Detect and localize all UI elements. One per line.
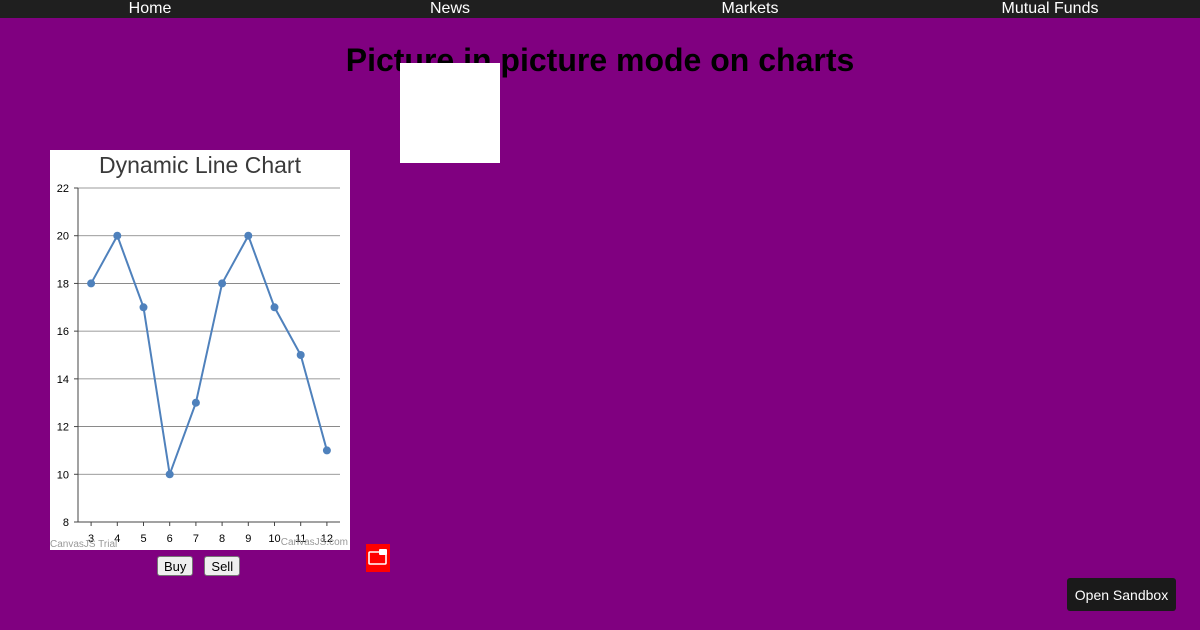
data-point [296, 351, 305, 359]
sell-button[interactable]: Sell [204, 556, 241, 576]
y-tick-label: 16 [57, 326, 69, 338]
pip-placeholder [400, 63, 500, 163]
x-tick-label: 9 [245, 533, 251, 545]
y-tick-label: 8 [63, 517, 69, 529]
top-nav: Home News Markets Mutual Funds [0, 0, 1200, 18]
nav-mutual-funds[interactable]: Mutual Funds [900, 0, 1200, 18]
line-chart: Dynamic Line Chart 8 10 12 14 16 18 20 22 3 4 5 6 7 8… [50, 150, 350, 550]
picture-in-picture-icon[interactable] [366, 544, 390, 572]
buy-button[interactable]: Buy [157, 556, 194, 576]
data-point [165, 470, 174, 479]
x-tick-label: 5 [140, 533, 146, 545]
data-point [191, 398, 200, 407]
y-tick-label: 18 [57, 278, 69, 290]
data-point [270, 303, 279, 312]
watermark-left: CanvasJS Trial [50, 539, 117, 550]
x-tick-label: 6 [167, 533, 173, 545]
nav-news[interactable]: News [300, 0, 600, 18]
y-tick-label: 20 [57, 231, 69, 243]
data-point [244, 231, 253, 240]
x-tick-label: 8 [219, 533, 225, 545]
data-point [139, 303, 148, 312]
chart-svg: Dynamic Line Chart 8101214161820223 4 5 6 7 8… [50, 152, 348, 550]
x-tick-label: 7 [193, 533, 199, 545]
page-title: Picture in picture mode on charts [345, 42, 855, 78]
data-point [113, 231, 122, 240]
series-line [90, 233, 328, 479]
data-point [218, 279, 227, 288]
x-tick-label: 10 [268, 533, 280, 545]
open-sandbox-button[interactable]: Open Sandbox [1067, 578, 1176, 611]
y-tick-label: 10 [57, 469, 69, 481]
y-tick-label: 22 [57, 183, 69, 195]
nav-markets[interactable]: Markets [600, 0, 900, 18]
chart-title: Dynamic Line Chart [99, 152, 302, 178]
watermark-right: CanvasJS.com [281, 537, 348, 548]
nav-home[interactable]: Home [0, 0, 300, 18]
data-point [322, 446, 331, 455]
data-point [87, 279, 96, 288]
y-tick-label: 14 [57, 374, 69, 386]
trade-buttons: Buy Sell [157, 556, 241, 576]
y-tick-label: 12 [57, 422, 69, 434]
